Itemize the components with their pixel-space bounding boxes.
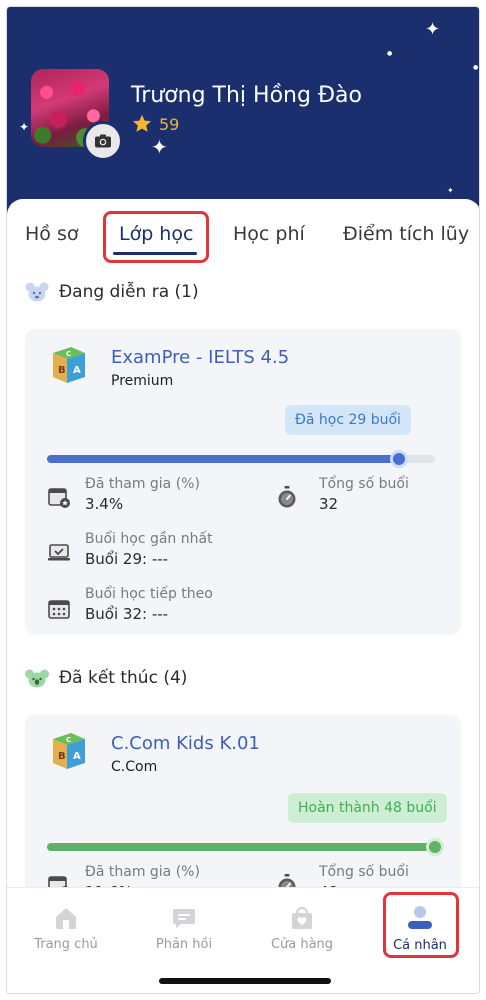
last-session-label: Buổi học gần nhất [85,531,213,547]
points-badge: 59 [131,113,179,135]
total-sessions-label: Tổng số buổi [319,476,409,492]
svg-text:C: C [66,350,71,358]
tab-highlight-box [103,211,209,263]
sparkle-icon: ✦ [19,120,30,134]
chat-bubble-icon [173,908,195,928]
course-name[interactable]: ExamPre - IELTS 4.5 [111,347,289,368]
next-session-label: Buổi học tiếp theo [85,586,213,602]
sparkle-icon: ● [473,64,479,71]
abc-blocks-icon: B A C [53,733,85,769]
tab-profile[interactable]: Hồ sơ [25,223,78,245]
home-icon [56,907,76,929]
section-finished-title: Đã kết thúc (4) [25,667,187,689]
progress-bubble: Hoàn thành 48 buổi [288,793,447,823]
bottom-navigation: Trang chủ Phản hồi Cửa hàng Cá nhân [7,887,479,993]
progress-track [47,838,444,856]
total-sessions-stat: Tổng số buổi 32 [319,476,409,513]
next-session-value: Buổi 32: --- [85,605,169,623]
attended-stat: Đã tham gia (%) 3.4% [85,476,200,513]
svg-text:A: A [73,751,81,762]
course-card-ongoing[interactable]: B A C ExamPre - IELTS 4.5 Premium Đã học… [25,329,461,635]
svg-text:C: C [66,736,71,744]
sparkle-icon: ✦ [447,186,454,195]
course-program: Premium [111,373,174,389]
progress-bubble: Đã học 29 buổi [285,405,411,435]
course-program: C.Com [111,759,158,775]
section-ongoing-title: Đang diễn ra (1) [25,281,199,303]
home-indicator [159,978,331,984]
progress-knob [390,450,408,468]
last-session-value: Buổi 29: --- [85,550,169,568]
svg-text:B: B [58,365,66,376]
tab-tuition[interactable]: Học phí [233,223,305,245]
section-ongoing-label: Đang diễn ra (1) [59,282,199,302]
shopping-bag-icon [292,906,312,929]
course-card-finished[interactable]: B A C C.Com Kids K.01 C.Com Hoàn thành 4… [25,715,461,915]
koala-face-icon [25,669,49,688]
camera-icon[interactable] [83,121,123,161]
progress-fill [47,455,399,463]
nav-feedback[interactable]: Phản hồi [125,888,243,968]
nav-feedback-label: Phản hồi [155,936,213,952]
course-name[interactable]: C.Com Kids K.01 [111,733,260,754]
tab-loyalty-points[interactable]: Điểm tích lũy [343,223,469,245]
calendar-star-icon [48,488,70,508]
section-finished-label: Đã kết thúc (4) [59,668,188,688]
content-sheet: Hồ sơ Lớp học Học phí Điểm tích lũy Đang… [7,199,479,993]
star-icon [133,114,151,132]
nav-shop-label: Cửa hàng [270,936,334,952]
stopwatch-icon [278,486,296,508]
nav-highlight-box [383,892,459,958]
laptop-check-icon [48,544,70,561]
total-sessions-label: Tổng số buổi [319,864,409,880]
sparkle-icon: ● [387,50,393,57]
nav-shop[interactable]: Cửa hàng [243,888,361,968]
svg-text:A: A [73,365,81,376]
total-sessions-value: 32 [319,495,339,513]
next-session-stat: Buổi học tiếp theo Buổi 32: --- [85,586,213,623]
mouse-face-icon [25,282,49,302]
profile-header: ✦ ● ● ✦ ✦ ✦ Trương Thị Hồng Đào 59 [7,7,479,222]
sparkle-icon: ✦ [425,19,441,40]
attended-label: Đã tham gia (%) [85,864,200,880]
nav-home[interactable]: Trang chủ [7,888,125,968]
abc-blocks-icon: B A C [53,347,85,383]
progress-track [47,450,435,468]
progress-knob [426,838,444,856]
svg-text:B: B [58,751,66,762]
sparkle-icon: ✦ [151,135,168,159]
attended-label: Đã tham gia (%) [85,476,200,492]
tab-bar: Hồ sơ Lớp học Học phí Điểm tích lũy [7,199,479,269]
last-session-stat: Buổi học gần nhất Buổi 29: --- [85,531,213,568]
attended-value: 3.4% [85,495,124,513]
progress-fill [47,843,435,851]
nav-home-label: Trang chủ [34,936,98,952]
user-name: Trương Thị Hồng Đào [131,83,362,108]
calendar-grid-icon [48,600,70,619]
points-value: 59 [159,114,180,134]
app-frame: ✦ ● ● ✦ ✦ ✦ Trương Thị Hồng Đào 59 Hồ sơ… [6,6,480,994]
